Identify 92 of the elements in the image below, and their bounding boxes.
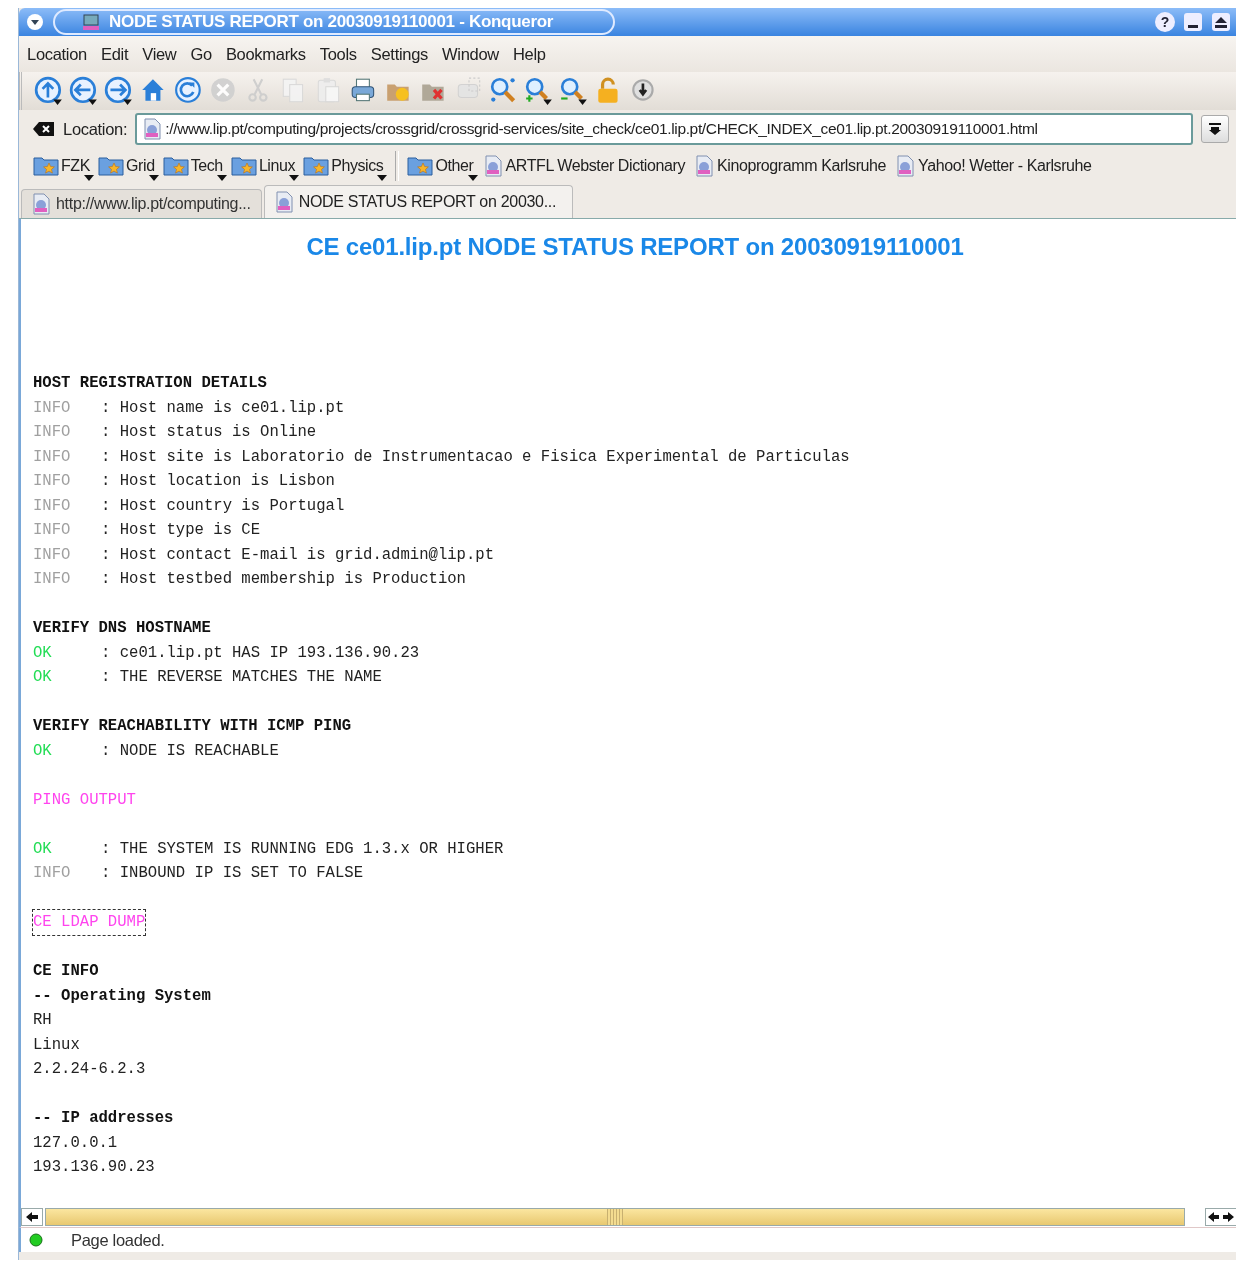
log-message: : Host country is Portugal (101, 495, 345, 517)
menu-item[interactable]: Go (190, 44, 212, 64)
menu-item[interactable]: Window (442, 44, 499, 64)
log-message: : NODE IS REACHABLE (101, 740, 279, 762)
log-message: : Host status is Online (101, 422, 317, 443)
menu-item[interactable]: Bookmarks (225, 44, 306, 64)
status-label: INFO (33, 495, 72, 517)
left-right-arrows-icon (1208, 1212, 1234, 1222)
log-message: : Host name is ce01.lip.pt (101, 397, 345, 419)
bookmark-folder[interactable]: FZK (33, 155, 95, 177)
page-icon (693, 155, 715, 177)
bookmark-folder[interactable]: Other (407, 155, 478, 177)
caret-icon (216, 175, 227, 181)
zoom-out-icon[interactable] (559, 76, 589, 106)
caret-icon (377, 175, 388, 181)
info-value: 127.0.0.1 (33, 1132, 119, 1154)
minimize-icon[interactable] (1183, 12, 1203, 32)
bookmark-folder[interactable]: Tech (162, 155, 227, 177)
log-message: : Host type is CE (101, 520, 261, 541)
info-value: 193.136.90.23 (33, 1157, 156, 1178)
menu-item[interactable]: Settings (370, 44, 428, 64)
page-icon (141, 118, 164, 140)
back-icon[interactable] (69, 76, 99, 106)
reload-icon[interactable] (174, 76, 204, 106)
caret-icon (148, 175, 159, 181)
section-heading: VERIFY DNS HOSTNAME (33, 618, 212, 639)
log-message: : ce01.lip.pt HAS IP 193.136.90.23 (101, 642, 420, 664)
bookmark-link[interactable]: ARTFL Webster Dictionary (481, 155, 689, 177)
menu-item[interactable]: Edit (101, 44, 129, 64)
location-field[interactable]: ://www.lip.pt/computing/projects/crossgrid/crossgrid-services/site_check/ce01.lip.pt/CHECK_INDEX_ce01.lip.pt.20030919110001.html (135, 113, 1193, 145)
status-label: OK (33, 838, 53, 860)
forward-icon[interactable] (104, 76, 134, 106)
section-heading: VERIFY REACHABILITY WITH ICMP PING (33, 716, 353, 737)
location-label: Location: (63, 119, 128, 139)
status-label: INFO (33, 544, 72, 566)
status-light-icon (29, 1233, 43, 1247)
status-label: INFO (33, 471, 72, 492)
log-message: : THE REVERSE MATCHES THE NAME (101, 667, 382, 688)
status-text: Page loaded. (71, 1230, 165, 1250)
bookmark-folder[interactable]: Grid (98, 155, 159, 177)
menu-item[interactable]: Location (27, 44, 87, 64)
caret-icon (467, 175, 478, 181)
status-label: INFO (33, 446, 72, 468)
bookmark-folder[interactable]: Linux (230, 155, 300, 177)
bookmark-link[interactable]: Yahoo! Wetter - Karlsruhe (894, 155, 1096, 177)
status-label: INFO (33, 520, 72, 541)
window-menu-icon[interactable] (25, 12, 45, 32)
status-label: OK (33, 642, 53, 664)
help-button[interactable]: ? (1155, 12, 1175, 32)
section-heading: CE INFO (33, 961, 100, 982)
scroll-left-button[interactable] (21, 1208, 43, 1226)
menu-item[interactable]: Help (512, 44, 546, 64)
bookmark-link[interactable]: Kinoprogramm Karlsruhe (693, 155, 891, 177)
browser-tab[interactable]: http://www.lip.pt/computing... (21, 189, 262, 218)
up-icon[interactable] (34, 76, 64, 106)
zoom-in-icon[interactable] (524, 76, 554, 106)
window-title: NODE STATUS REPORT on 20030919110001 - Konqueror (109, 12, 554, 32)
log-message: : Host contact E-mail is grid.admin@lip.pt (101, 544, 495, 566)
scroll-arrows-button[interactable] (1205, 1208, 1236, 1226)
section-heading: -- IP addresses (33, 1108, 175, 1129)
menu-item[interactable]: View (142, 44, 177, 64)
status-label: OK (33, 740, 53, 762)
section-heading: HOST REGISTRATION DETAILS (33, 373, 268, 394)
clear-location-icon[interactable] (33, 121, 55, 137)
log-message: : INBOUND IP IS SET TO FALSE (101, 863, 364, 884)
log-message: : THE SYSTEM IS RUNNING EDG 1.3.x OR HIGHER (101, 838, 504, 860)
log-message: : Host site is Laboratorio de Instrumentacao e Fisica Experimental de Particulas (101, 446, 850, 468)
bookmark-folder[interactable]: Physics (303, 155, 388, 177)
log-message: : Host testbed membership is Production (101, 569, 466, 590)
page-title: CE ce01.lip.pt NODE STATUS REPORT on 20030919110001 (306, 233, 964, 261)
status-label: OK (33, 667, 53, 688)
info-value: 2.2.24-6.2.3 (33, 1059, 147, 1080)
computer-icon (81, 12, 101, 32)
browser-tab[interactable]: NODE STATUS REPORT on 20030... (263, 185, 574, 218)
dropdown-button[interactable] (1201, 115, 1229, 143)
status-label: INFO (33, 569, 72, 590)
menu-item[interactable]: Tools (319, 44, 357, 64)
status-label: INFO (33, 863, 72, 884)
info-value: Linux (33, 1034, 81, 1056)
section-heading: -- Operating System (33, 985, 212, 1007)
info-value: RH (33, 1010, 53, 1031)
log-message: : Host location is Lisbon (101, 471, 335, 492)
horizontal-scrollbar[interactable] (45, 1208, 1185, 1226)
left-arrow-icon (26, 1212, 38, 1222)
status-label: INFO (33, 397, 72, 419)
maximize-icon[interactable] (1211, 12, 1231, 32)
page-icon (30, 193, 52, 215)
caret-icon (84, 175, 95, 181)
caret-icon (289, 175, 300, 181)
page-icon (894, 155, 917, 177)
down-arrow-icon (1209, 123, 1221, 135)
status-label: INFO (33, 422, 72, 443)
